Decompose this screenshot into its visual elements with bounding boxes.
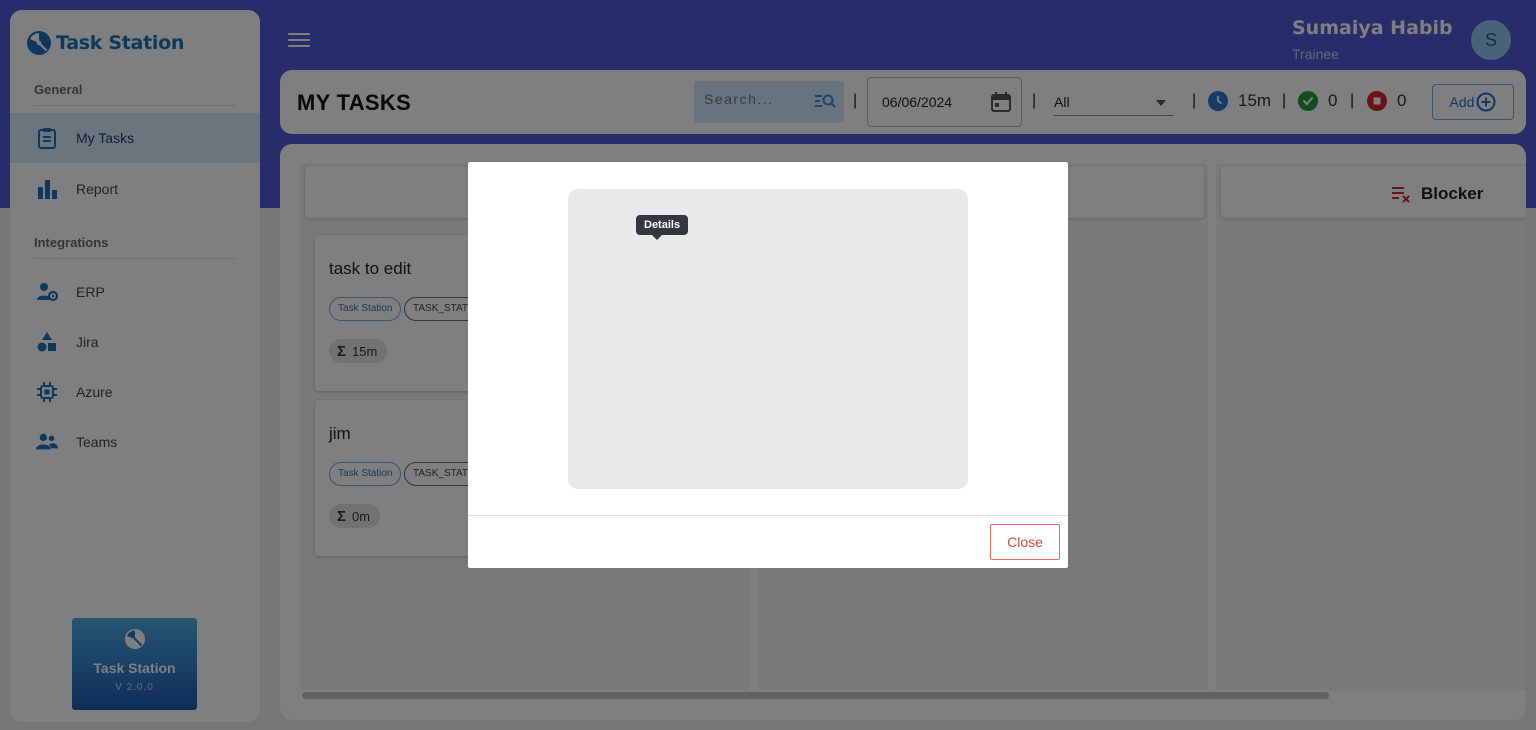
close-button[interactable]: Close — [990, 524, 1060, 560]
details-tooltip: Details — [636, 215, 689, 240]
modal-footer-divider — [468, 515, 1068, 516]
details-modal: Details Close — [468, 162, 1068, 568]
details-content-frame: Details — [568, 189, 968, 489]
